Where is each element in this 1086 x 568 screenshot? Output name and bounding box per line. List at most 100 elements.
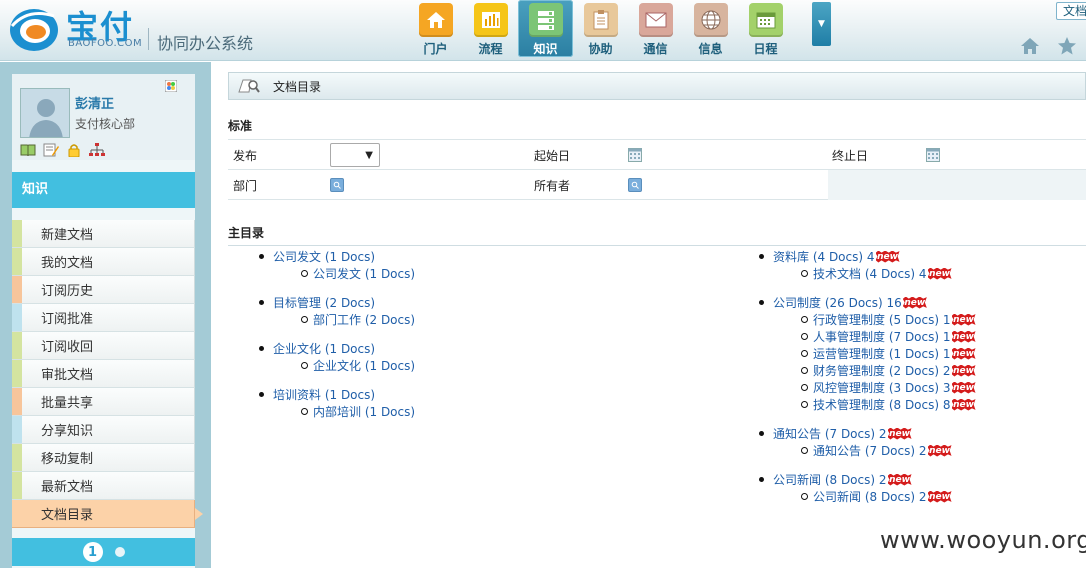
watermark: www.wooyun.org xyxy=(880,526,1086,554)
catalog-subfolder-link[interactable]: 部门工作 (2 Docs) xyxy=(273,311,415,328)
catalog-folder-link[interactable]: 通知公告 (7 Docs) 2 new xyxy=(759,425,976,442)
sidebar-item-share-knowledge[interactable]: 分享知识 xyxy=(12,416,195,444)
new-count: 1 xyxy=(942,346,951,361)
sidebar-item-my-documents[interactable]: 我的文档 xyxy=(12,248,195,276)
sidebar-item-label: 订阅历史 xyxy=(41,284,94,299)
new-count: 16 xyxy=(886,295,902,310)
filter-cell xyxy=(330,170,530,200)
edit-note-icon[interactable] xyxy=(43,143,59,157)
catalog-folder-link[interactable]: 企业文化 (1 Docs) xyxy=(258,340,415,357)
catalog-group: 培训资料 (1 Docs) 内部培训 (1 Docs) xyxy=(258,386,415,420)
catalog-subfolder-link[interactable]: 财务管理制度 (2 Docs) 2 new xyxy=(773,362,976,379)
catalog-subfolder-link[interactable]: 行政管理制度 (5 Docs) 1 new xyxy=(773,311,976,328)
new-badge: new xyxy=(951,313,976,326)
catalog-divider xyxy=(228,245,1086,246)
nav-knowledge[interactable]: 知识 xyxy=(518,0,573,57)
sidebar-pager: 1 xyxy=(12,538,195,566)
new-count: 2 xyxy=(942,363,951,378)
sidebar-item-label: 订阅收回 xyxy=(41,340,94,355)
sidebar: 彭清正 支付核心部 知识 新建文档 我的文档 订阅历史 订阅批准 订阅收回 审批… xyxy=(0,62,211,568)
lock-icon[interactable] xyxy=(66,143,82,157)
new-count: 3 xyxy=(942,380,951,395)
catalog-subfolder-link[interactable]: 企业文化 (1 Docs) xyxy=(273,357,415,374)
sidebar-item-latest-documents[interactable]: 最新文档 xyxy=(12,472,195,500)
home-icon xyxy=(418,3,453,37)
catalog-subfolder-link[interactable]: 技术文档 (4 Docs) 4 new xyxy=(773,265,976,282)
filter-label-start-date: 起始日 xyxy=(534,148,571,163)
filter-label-department: 部门 xyxy=(233,178,258,193)
sidebar-item-approve-documents[interactable]: 审批文档 xyxy=(12,360,195,388)
sidebar-item-label: 我的文档 xyxy=(41,256,94,271)
user-name[interactable]: 彭清正 xyxy=(75,93,114,112)
favorite-star-icon[interactable] xyxy=(1057,36,1077,56)
nav-schedule[interactable]: 日程 xyxy=(738,0,793,57)
catalog-folder-link[interactable]: 目标管理 (2 Docs) xyxy=(258,294,415,311)
sidebar-item-move-copy[interactable]: 移动复制 xyxy=(12,444,195,472)
globe-icon xyxy=(693,3,728,37)
sidebar-item-subscription-revoke[interactable]: 订阅收回 xyxy=(12,332,195,360)
nav-portal[interactable]: 门户 xyxy=(408,0,463,57)
book-icon[interactable] xyxy=(20,143,36,157)
filter-cell xyxy=(628,170,828,200)
catalog-subfolder-link[interactable]: 通知公告 (7 Docs) 2 new xyxy=(773,442,976,459)
catalog-subfolder-link[interactable]: 风控管理制度 (3 Docs) 3 new xyxy=(773,379,976,396)
catalog-group: 资料库 (4 Docs) 4 new 技术文档 (4 Docs) 4 new xyxy=(759,248,976,282)
nav-assist[interactable]: 协助 xyxy=(573,0,628,57)
breadcrumb-current: 文档目录 xyxy=(273,79,322,94)
database-icon xyxy=(528,3,563,37)
sidebar-item-subscription-approval[interactable]: 订阅批准 xyxy=(12,304,195,332)
nav-communication[interactable]: 通信 xyxy=(628,0,683,57)
sidebar-item-new-document[interactable]: 新建文档 xyxy=(12,220,195,248)
catalog-folder-link[interactable]: 公司发文 (1 Docs) xyxy=(258,248,415,265)
sidebar-item-label: 新建文档 xyxy=(41,228,94,243)
catalog-folder-link[interactable]: 公司新闻 (8 Docs) 2 new xyxy=(759,471,976,488)
nav-label: 通信 xyxy=(643,42,668,56)
sidebar-item-label: 分享知识 xyxy=(41,424,94,439)
catalog-folder-link[interactable]: 培训资料 (1 Docs) xyxy=(258,386,415,403)
new-badge: new xyxy=(951,330,976,343)
catalog-subfolder-link[interactable]: 人事管理制度 (7 Docs) 1 new xyxy=(773,328,976,345)
home-shortcut-icon[interactable] xyxy=(1020,37,1040,55)
catalog-folder-link[interactable]: 公司制度 (26 Docs) 16 new xyxy=(759,294,976,311)
top-right-doc-button[interactable]: 文档 xyxy=(1056,2,1086,20)
catalog-subfolder-link[interactable]: 运营管理制度 (1 Docs) 1 new xyxy=(773,345,976,362)
new-count: 1 xyxy=(942,329,951,344)
new-badge: new xyxy=(902,296,927,309)
filter-row: 部门 所有者 xyxy=(228,170,1086,200)
org-chart-icon[interactable] xyxy=(89,143,105,157)
owner-search-icon[interactable] xyxy=(628,178,642,192)
nav-more-dropdown-icon[interactable]: ▼ xyxy=(812,2,831,46)
department-search-icon[interactable] xyxy=(330,178,344,192)
sidebar-panel: 彭清正 支付核心部 知识 新建文档 我的文档 订阅历史 订阅批准 订阅收回 审批… xyxy=(12,74,203,568)
mail-icon xyxy=(638,3,673,37)
new-badge: new xyxy=(887,427,912,440)
sidebar-item-label: 文档目录 xyxy=(41,508,94,523)
catalog-subfolder-link[interactable]: 公司发文 (1 Docs) xyxy=(273,265,415,282)
sidebar-item-batch-share[interactable]: 批量共享 xyxy=(12,388,195,416)
new-badge: new xyxy=(951,364,976,377)
color-palette-icon[interactable] xyxy=(165,80,177,92)
page-indicator-next[interactable] xyxy=(114,547,125,557)
nav-workflow[interactable]: 流程 xyxy=(463,0,518,57)
avatar[interactable] xyxy=(20,88,70,138)
new-badge: new xyxy=(927,444,952,457)
filter-label-owner: 所有者 xyxy=(534,178,571,193)
page-indicator-current[interactable]: 1 xyxy=(82,542,103,562)
sidebar-item-label: 最新文档 xyxy=(41,480,94,495)
sidebar-item-label: 审批文档 xyxy=(41,368,94,383)
publish-select[interactable]: ▼ xyxy=(330,143,380,167)
nav-info[interactable]: 信息 xyxy=(683,0,738,57)
new-count: 2 xyxy=(878,472,887,487)
end-date-calendar-icon[interactable] xyxy=(926,148,940,162)
catalog-subfolder-link[interactable]: 公司新闻 (8 Docs) 2 new xyxy=(773,488,976,505)
catalog-subfolder-link[interactable]: 技术管理制度 (8 Docs) 8 new xyxy=(773,396,976,413)
main-catalog-title: 主目录 xyxy=(228,226,265,240)
sidebar-item-document-catalog[interactable]: 文档目录 xyxy=(12,500,203,528)
baofoo-logo-icon xyxy=(10,9,58,51)
catalog-subfolder-link[interactable]: 内部培训 (1 Docs) xyxy=(273,403,415,420)
sidebar-item-subscription-history[interactable]: 订阅历史 xyxy=(12,276,195,304)
catalog-group: 通知公告 (7 Docs) 2 new 通知公告 (7 Docs) 2 new xyxy=(759,425,976,459)
main-content: 文档目录 标准 发布 ▼ 起始日 终止日 部门 所有者 主目录 公司发文 (1 … xyxy=(228,72,1086,568)
catalog-folder-link[interactable]: 资料库 (4 Docs) 4 new xyxy=(759,248,976,265)
start-date-calendar-icon[interactable] xyxy=(628,148,642,162)
